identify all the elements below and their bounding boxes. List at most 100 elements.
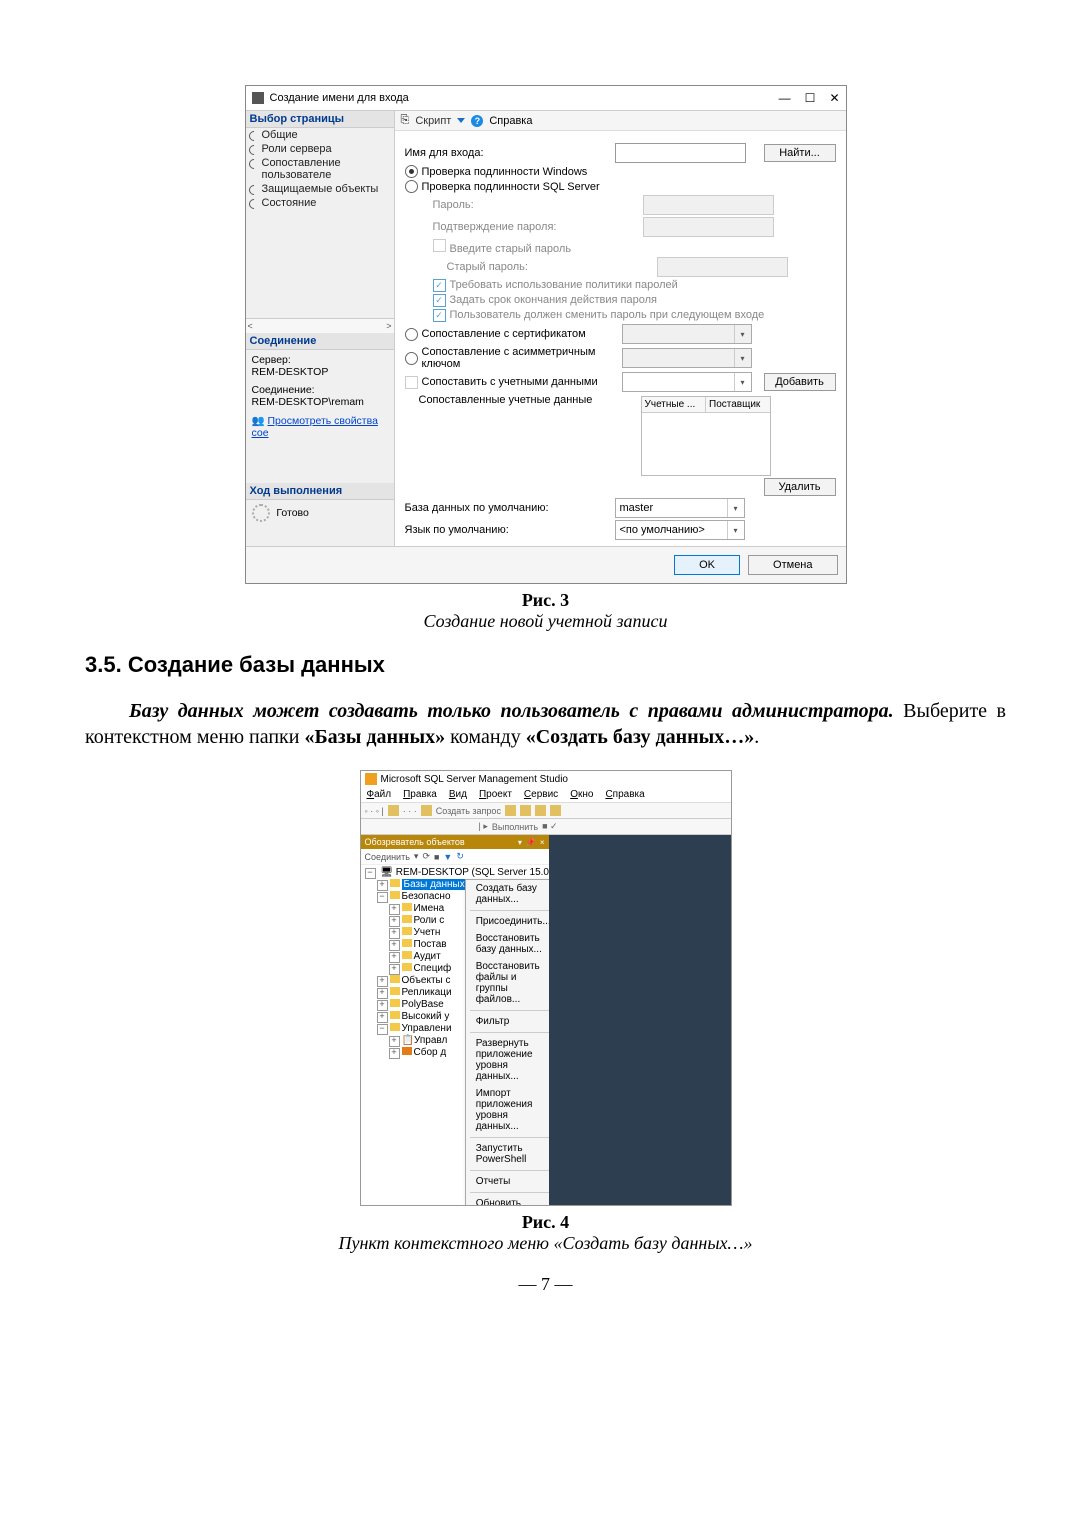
expand-icon[interactable]: + bbox=[389, 916, 400, 927]
expand-icon[interactable]: + bbox=[389, 952, 400, 963]
nav-server-roles[interactable]: Роли сервера bbox=[246, 142, 394, 156]
expand-icon[interactable]: + bbox=[389, 940, 400, 951]
old-password-label: Старый пароль: bbox=[405, 261, 657, 273]
minimize-button[interactable]: — bbox=[779, 91, 791, 105]
help-icon[interactable]: ? bbox=[471, 115, 483, 127]
expand-icon[interactable]: + bbox=[389, 1048, 400, 1059]
collapse-icon[interactable]: − bbox=[377, 1024, 388, 1035]
expand-icon[interactable]: + bbox=[389, 904, 400, 915]
nav-scrollbar[interactable]: <> bbox=[246, 318, 394, 333]
toolbar-icon[interactable] bbox=[550, 805, 561, 816]
find-button[interactable]: Найти... bbox=[764, 144, 836, 162]
always-on-node[interactable]: Высокий у bbox=[402, 1011, 450, 1022]
connect-button[interactable]: Соединить bbox=[365, 852, 410, 862]
ctx-restore-files[interactable]: Восстановить файлы и группы файлов... bbox=[466, 958, 549, 1008]
dropdown-icon[interactable]: ▾ bbox=[518, 838, 522, 847]
old-password-input bbox=[657, 257, 788, 277]
logins-node[interactable]: Имена bbox=[414, 903, 445, 914]
ctx-deploy-dt[interactable]: Развернуть приложение уровня данных... bbox=[466, 1035, 549, 1085]
auth-sql-radio[interactable] bbox=[405, 180, 418, 193]
login-name-input[interactable] bbox=[615, 143, 746, 163]
toolbar-icon[interactable] bbox=[520, 805, 531, 816]
ctx-attach[interactable]: Присоединить... bbox=[466, 913, 549, 930]
filter-icon[interactable]: ▼ bbox=[443, 852, 452, 862]
ctx-restore-db[interactable]: Восстановить базу данных... bbox=[466, 930, 549, 958]
close-icon[interactable]: × bbox=[540, 838, 545, 847]
databases-node[interactable]: Базы данных bbox=[402, 879, 467, 890]
toolbar-icon[interactable] bbox=[535, 805, 546, 816]
replication-node[interactable]: Репликаци bbox=[402, 987, 452, 998]
expand-icon[interactable]: + bbox=[389, 964, 400, 975]
toolbar-icon[interactable] bbox=[505, 805, 516, 816]
enforce-policy-label: Требовать использование политики паролей bbox=[450, 279, 678, 291]
specs-node[interactable]: Специф bbox=[414, 963, 452, 974]
credentials-node[interactable]: Учетн bbox=[414, 927, 441, 938]
add-button[interactable]: Добавить bbox=[764, 373, 836, 391]
auth-windows-radio[interactable] bbox=[405, 165, 418, 178]
ctx-start-powershell[interactable]: Запустить PowerShell bbox=[466, 1140, 549, 1168]
menu-view[interactable]: Вид bbox=[449, 789, 467, 800]
ok-button[interactable]: OK bbox=[674, 555, 740, 575]
pin-icon[interactable]: 📌 bbox=[526, 838, 536, 847]
policies-node[interactable]: Управл bbox=[414, 1035, 447, 1046]
cred-dropdown[interactable]: ▾ bbox=[622, 372, 752, 392]
ctx-reports[interactable]: Отчеты bbox=[466, 1173, 549, 1190]
menu-service[interactable]: Сервис bbox=[524, 789, 558, 800]
expand-icon[interactable]: + bbox=[377, 1000, 388, 1011]
execute-button[interactable]: Выполнить bbox=[492, 822, 538, 832]
nav-securables[interactable]: Защищаемые объекты bbox=[246, 182, 394, 196]
chevron-down-icon[interactable]: ▾ bbox=[727, 499, 744, 517]
audits-node[interactable]: Аудит bbox=[414, 951, 441, 962]
server-roles-node[interactable]: Роли с bbox=[414, 915, 445, 926]
chevron-down-icon[interactable]: ▾ bbox=[727, 521, 744, 539]
asym-map-radio[interactable] bbox=[405, 352, 418, 365]
toolbar-icon[interactable] bbox=[388, 805, 399, 816]
polybase-node[interactable]: PolyBase bbox=[402, 999, 444, 1010]
menu-file[interactable]: Файл bbox=[367, 789, 392, 800]
menu-window[interactable]: Окно bbox=[570, 789, 593, 800]
management-node[interactable]: Управлени bbox=[402, 1023, 452, 1034]
nav-user-mapping[interactable]: Сопоставление пользователе bbox=[246, 156, 394, 182]
ssms-app-icon bbox=[365, 773, 377, 785]
datacol-node[interactable]: Сбор д bbox=[414, 1047, 447, 1058]
collapse-icon[interactable]: − bbox=[365, 868, 376, 879]
expand-icon[interactable]: + bbox=[389, 928, 400, 939]
collapse-icon[interactable]: − bbox=[377, 892, 388, 903]
menu-edit[interactable]: Правка bbox=[403, 789, 437, 800]
cancel-button[interactable]: Отмена bbox=[748, 555, 837, 575]
ctx-new-database[interactable]: Создать базу данных... bbox=[466, 880, 549, 908]
script-button[interactable]: Скрипт bbox=[415, 115, 451, 127]
close-button[interactable]: ✕ bbox=[829, 91, 839, 105]
nav-general[interactable]: Общие bbox=[246, 128, 394, 142]
providers-node[interactable]: Постав bbox=[414, 939, 447, 950]
server-objects-node[interactable]: Объекты с bbox=[402, 975, 451, 986]
menu-help[interactable]: Справка bbox=[605, 789, 644, 800]
script-dropdown-icon[interactable] bbox=[457, 118, 465, 123]
maximize-button[interactable]: ☐ bbox=[805, 91, 816, 105]
refresh-icon[interactable]: ↻ bbox=[456, 851, 464, 862]
security-node[interactable]: Безопасно bbox=[402, 891, 451, 902]
chevron-down-icon[interactable]: ▾ bbox=[734, 373, 751, 391]
view-connection-props-link[interactable]: Просмотреть свойства сое bbox=[252, 415, 378, 439]
nav-status[interactable]: Состояние bbox=[246, 196, 394, 210]
new-query-button[interactable]: Создать запрос bbox=[436, 806, 501, 816]
expand-icon[interactable]: + bbox=[389, 1036, 400, 1047]
server-node[interactable]: REM-DESKTOP (SQL Server 15.0 bbox=[396, 867, 549, 878]
new-query-icon[interactable] bbox=[421, 805, 432, 816]
remove-button[interactable]: Удалить bbox=[764, 478, 836, 496]
expand-icon[interactable]: + bbox=[377, 880, 388, 891]
toolbar-icon[interactable]: ■ bbox=[434, 852, 439, 862]
help-label[interactable]: Справка bbox=[489, 115, 532, 127]
ctx-filter[interactable]: Фильтр bbox=[466, 1013, 549, 1030]
ctx-refresh[interactable]: Обновить bbox=[466, 1195, 549, 1205]
toolbar-icon[interactable]: ⟳ bbox=[422, 851, 430, 862]
ctx-import-dt[interactable]: Импорт приложения уровня данных... bbox=[466, 1085, 549, 1135]
expand-icon[interactable]: + bbox=[377, 1012, 388, 1023]
cert-map-radio[interactable] bbox=[405, 328, 418, 341]
connection-block: Сервер: REM-DESKTOP Соединение: REM-DESK… bbox=[246, 350, 394, 443]
expand-icon[interactable]: + bbox=[377, 988, 388, 999]
default-db-dropdown[interactable]: master▾ bbox=[615, 498, 745, 518]
default-lang-dropdown[interactable]: <по умолчанию>▾ bbox=[615, 520, 745, 540]
expand-icon[interactable]: + bbox=[377, 976, 388, 987]
menu-project[interactable]: Проект bbox=[479, 789, 512, 800]
